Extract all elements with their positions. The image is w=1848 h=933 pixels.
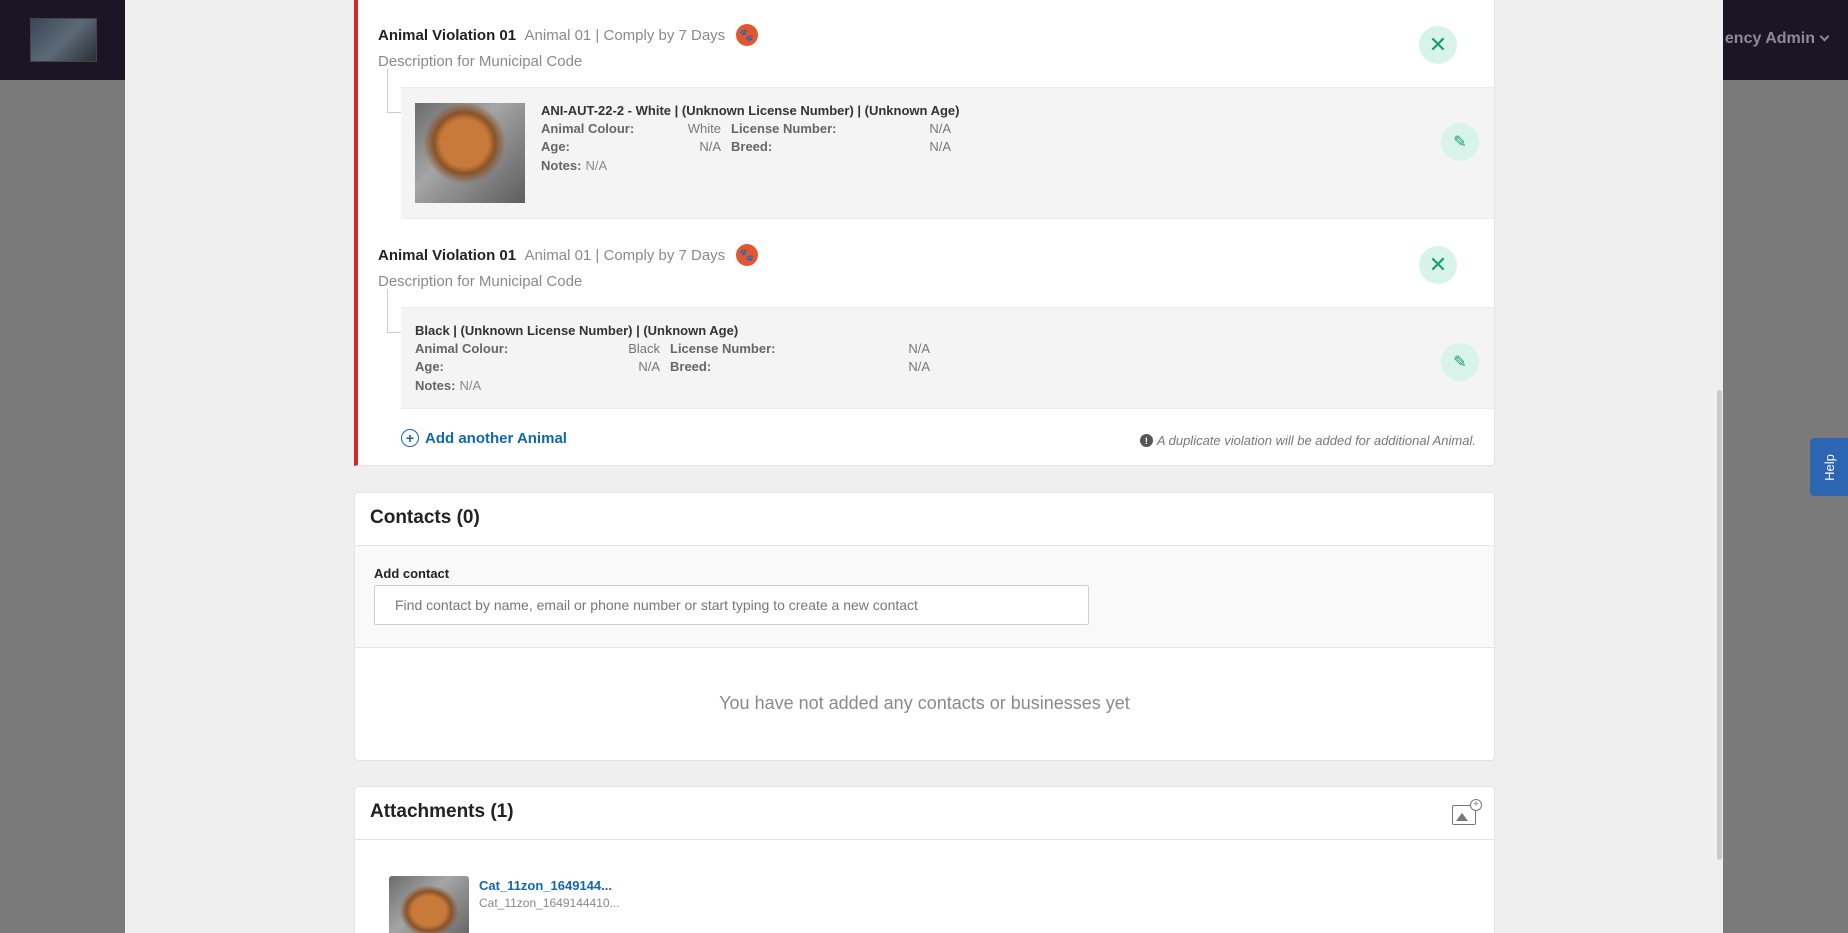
breed-label: Breed:: [670, 359, 712, 374]
age-label: Age:: [541, 139, 570, 154]
notes-value: N/A: [459, 378, 482, 393]
attachment-filename: Cat_11zon_1649144410...: [479, 896, 620, 910]
edit-animal-button[interactable]: ✎: [1441, 343, 1479, 381]
breed-value: N/A: [929, 139, 951, 154]
info-icon: !: [1139, 434, 1153, 447]
violations-card: Animal Violation 01 Animal 01 | Comply b…: [354, 0, 1495, 466]
violation-item: Animal Violation 01 Animal 01 | Comply b…: [358, 0, 1494, 219]
duplicate-note: ! A duplicate violation will be added fo…: [1139, 433, 1476, 448]
notes-value: N/A: [585, 158, 608, 173]
attachment-thumbnail[interactable]: [389, 876, 469, 933]
license-number-label: License Number:: [670, 341, 776, 356]
violation-title: Animal Violation 01: [378, 27, 517, 45]
paw-icon: 🐾: [735, 24, 758, 46]
violation-description: Description for Municipal Code: [378, 53, 583, 70]
add-animal-button[interactable]: + Add another Animal: [401, 429, 567, 447]
add-image-icon[interactable]: +: [1452, 799, 1482, 825]
age-value: N/A: [699, 139, 721, 154]
pencil-icon: ✎: [1453, 354, 1467, 371]
app-logo[interactable]: [30, 18, 97, 62]
attachment-name[interactable]: Cat_11zon_1649144...: [479, 878, 620, 893]
violation-title: Animal Violation 01: [378, 247, 517, 265]
age-label: Age:: [415, 359, 444, 374]
scrollbar[interactable]: [1717, 390, 1722, 860]
close-icon: ✕: [1428, 32, 1448, 57]
attachments-title: Attachments (1): [355, 787, 1494, 840]
license-number-value: N/A: [929, 121, 951, 136]
add-animal-label: Add another Animal: [425, 429, 567, 447]
animal-colour-value: Black: [628, 341, 660, 356]
edit-animal-button[interactable]: ✎: [1441, 123, 1479, 161]
license-number-label: License Number:: [731, 121, 837, 136]
user-menu-label: ency Admin: [1724, 30, 1815, 47]
paw-icon: 🐾: [735, 244, 758, 266]
breed-label: Breed:: [731, 139, 773, 154]
contacts-card: Contacts (0) Add contact You have not ad…: [354, 492, 1495, 761]
modal: Animal Violation 01 Animal 01 | Comply b…: [125, 0, 1723, 933]
contacts-title: Contacts (0): [355, 493, 1494, 546]
duplicate-note-text: A duplicate violation will be added for …: [1156, 433, 1476, 448]
animal-row: Black | (Unknown License Number) | (Unkn…: [401, 307, 1494, 409]
animal-row: ANI-AUT-22-2 - White | (Unknown License …: [401, 87, 1494, 219]
breed-value: N/A: [908, 359, 930, 374]
chevron-down-icon: [1819, 31, 1830, 42]
animal-colour-label: Animal Colour:: [541, 121, 635, 136]
animal-name: ANI-AUT-22-2 - White | (Unknown License …: [541, 103, 960, 118]
animal-name: Black | (Unknown License Number) | (Unkn…: [415, 323, 739, 338]
tree-connector: [387, 69, 401, 113]
violation-item: Animal Violation 01 Animal 01 | Comply b…: [358, 219, 1494, 409]
add-contact-label: Add contact: [374, 566, 450, 581]
animal-colour-value: White: [687, 121, 721, 136]
age-value: N/A: [638, 359, 660, 374]
contact-search-input[interactable]: [374, 585, 1089, 625]
tree-connector: [387, 289, 401, 333]
remove-violation-button[interactable]: ✕: [1419, 26, 1457, 64]
user-menu[interactable]: ency Admin: [1724, 30, 1830, 48]
close-icon: ✕: [1428, 252, 1448, 277]
help-tab[interactable]: Help: [1810, 438, 1848, 496]
attachments-card: Attachments (1) + Cat_11zon_1649144... C…: [354, 786, 1495, 933]
remove-violation-button[interactable]: ✕: [1419, 246, 1457, 284]
violation-description: Description for Municipal Code: [378, 273, 583, 290]
license-number-value: N/A: [908, 341, 930, 356]
contacts-empty-state: You have not added any contacts or busin…: [719, 693, 1130, 713]
violation-meta: Animal 01 | Comply by 7 Days: [524, 247, 726, 265]
plus-circle-icon: +: [401, 429, 419, 447]
notes-label: Notes:: [415, 378, 456, 393]
help-label: Help: [1821, 453, 1837, 481]
animal-photo: [415, 103, 525, 203]
attachment-item[interactable]: Cat_11zon_1649144... Cat_11zon_164914441…: [389, 876, 620, 933]
animal-colour-label: Animal Colour:: [415, 341, 509, 356]
violation-meta: Animal 01 | Comply by 7 Days: [524, 27, 726, 45]
notes-label: Notes:: [541, 158, 582, 173]
pencil-icon: ✎: [1453, 134, 1467, 151]
